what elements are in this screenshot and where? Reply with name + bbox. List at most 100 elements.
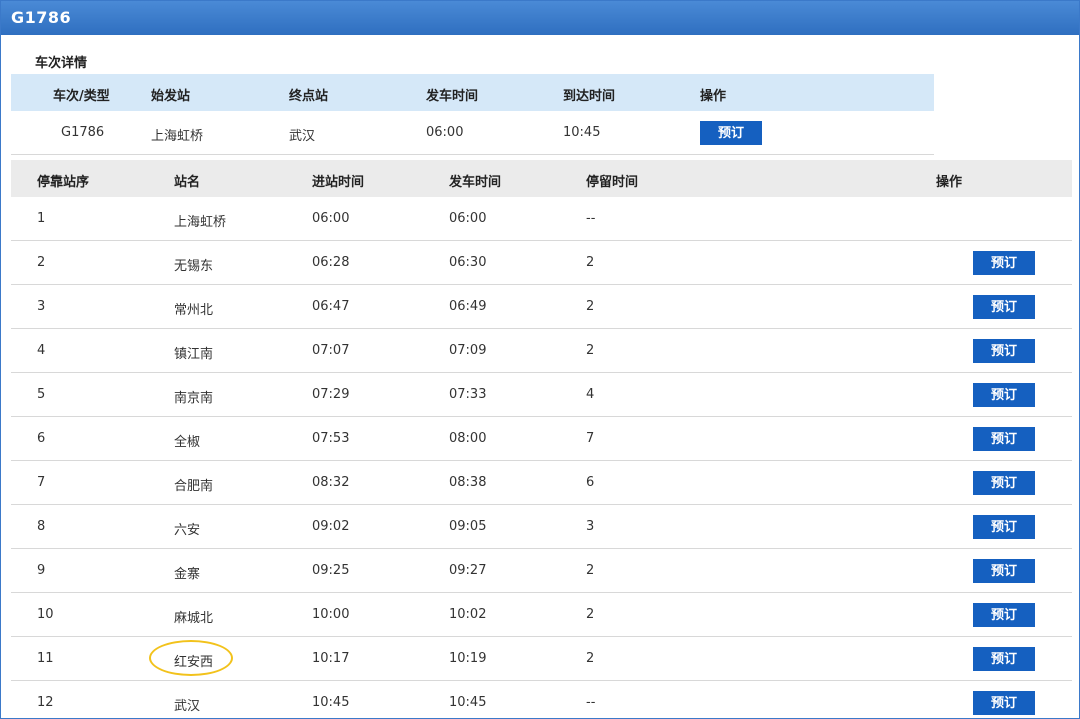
table-row: 3 常州北 06:47 06:49 2 预订 [11,285,1072,329]
stop-seq: 5 [37,387,46,402]
header-train-type: 车次/类型 [53,89,110,104]
depart-time: 07:33 [449,387,487,402]
arrive-time: 10:00 [312,607,350,622]
arrive-time: 10:17 [312,651,350,666]
arrive-time: 07:07 [312,343,350,358]
stay-time: 2 [586,651,595,666]
book-stop-button[interactable]: 预订 [973,471,1035,495]
depart-time: 10:02 [449,607,487,622]
station-name: 无锡东 [174,259,214,274]
book-stop-button[interactable]: 预订 [973,691,1035,715]
station-name: 武汉 [174,699,201,714]
depart-time: 09:05 [449,519,487,534]
table-row: 1 上海虹桥 06:00 06:00 -- [11,197,1072,241]
table-row: 5 南京南 07:29 07:33 4 预订 [11,373,1072,417]
table-row: 8 六安 09:02 09:05 3 预订 [11,505,1072,549]
station-name: 南京南 [174,391,214,406]
book-stop-button[interactable]: 预订 [973,427,1035,451]
station-name: 上海虹桥 [174,215,227,230]
stay-time: 2 [586,607,595,622]
stops-header-row: 停靠站序 站名 进站时间 发车时间 停留时间 操作 [11,160,1072,197]
arrive-time: 06:28 [312,255,350,270]
arrive-time: 06:47 [312,299,350,314]
stay-time: 6 [586,475,595,490]
book-stop-button[interactable]: 预订 [973,515,1035,539]
book-stop-button[interactable]: 预订 [973,251,1035,275]
table-row: 10 麻城北 10:00 10:02 2 预订 [11,593,1072,637]
stop-seq: 4 [37,343,46,358]
book-train-button[interactable]: 预订 [700,121,762,145]
table-row: 11 红安西 10:17 10:19 2 预订 [11,637,1072,681]
depart-time: 08:00 [449,431,487,446]
depart-time: 08:38 [449,475,487,490]
stay-time: 2 [586,563,595,578]
station-name: 镇江南 [174,347,214,362]
stay-time: -- [586,695,596,710]
depart-time: 10:19 [449,651,487,666]
stop-seq: 7 [37,475,46,490]
arrive-time: 07:29 [312,387,350,402]
stay-time: 4 [586,387,595,402]
station-name: 金寨 [174,567,201,582]
stop-seq: 3 [37,299,46,314]
train-summary-table: 车次/类型 始发站 终点站 发车时间 到达时间 操作 G1786 上海虹桥 武汉… [11,74,934,155]
depart-time: 10:45 [449,695,487,710]
header-origin: 始发站 [151,89,191,104]
header-stop-seq: 停靠站序 [37,175,90,190]
train-number: G1786 [61,125,105,140]
stop-seq: 9 [37,563,46,578]
stop-seq: 10 [37,607,54,622]
arrive-time: 09:02 [312,519,350,534]
book-stop-button[interactable]: 预订 [973,295,1035,319]
header-action: 操作 [936,175,963,190]
book-stop-button[interactable]: 预订 [973,603,1035,627]
station-name: 全椒 [174,435,201,450]
header-stay-time: 停留时间 [586,175,639,190]
stay-time: 2 [586,343,595,358]
summary-row: G1786 上海虹桥 武汉 06:00 10:45 预订 [11,111,934,155]
depart-time: 07:09 [449,343,487,358]
stop-seq: 6 [37,431,46,446]
station-name: 合肥南 [174,479,214,494]
table-row: 9 金寨 09:25 09:27 2 预订 [11,549,1072,593]
origin-station: 上海虹桥 [151,129,204,144]
book-stop-button[interactable]: 预订 [973,339,1035,363]
table-row: 6 全椒 07:53 08:00 7 预订 [11,417,1072,461]
table-row: 4 镇江南 07:07 07:09 2 预订 [11,329,1072,373]
stop-seq: 11 [37,651,54,666]
section-title: 车次详情 [35,56,88,71]
stay-time: 2 [586,255,595,270]
table-row: 7 合肥南 08:32 08:38 6 预订 [11,461,1072,505]
arrive-time: 06:00 [312,211,350,226]
book-stop-button[interactable]: 预订 [973,559,1035,583]
station-name: 麻城北 [174,611,214,626]
depart-time: 06:00 [426,125,464,140]
stop-seq: 2 [37,255,46,270]
arrive-time: 10:45 [563,125,601,140]
header-station-name: 站名 [174,175,201,190]
arrive-time: 09:25 [312,563,350,578]
depart-time: 06:49 [449,299,487,314]
stay-time: 3 [586,519,595,534]
summary-header-row: 车次/类型 始发站 终点站 发车时间 到达时间 操作 [11,74,934,111]
stop-seq: 1 [37,211,46,226]
train-detail-window: G1786 车次详情 车次/类型 始发站 终点站 发车时间 到达时间 操作 G1… [0,0,1080,719]
header-action: 操作 [700,89,727,104]
header-arrive-time: 到达时间 [563,89,616,104]
station-name: 常州北 [174,303,214,318]
header-arrive-time: 进站时间 [312,175,365,190]
book-stop-button[interactable]: 预订 [973,647,1035,671]
header-depart-time: 发车时间 [449,175,502,190]
highlight-circle [149,640,233,676]
book-stop-button[interactable]: 预订 [973,383,1035,407]
header-depart-time: 发车时间 [426,89,479,104]
arrive-time: 10:45 [312,695,350,710]
destination-station: 武汉 [289,129,316,144]
arrive-time: 08:32 [312,475,350,490]
header-destination: 终点站 [289,89,329,104]
stop-seq: 12 [37,695,54,710]
stay-time: 2 [586,299,595,314]
depart-time: 06:00 [449,211,487,226]
window-title: G1786 [1,1,1079,35]
table-row: 12 武汉 10:45 10:45 -- 预订 [11,681,1072,718]
